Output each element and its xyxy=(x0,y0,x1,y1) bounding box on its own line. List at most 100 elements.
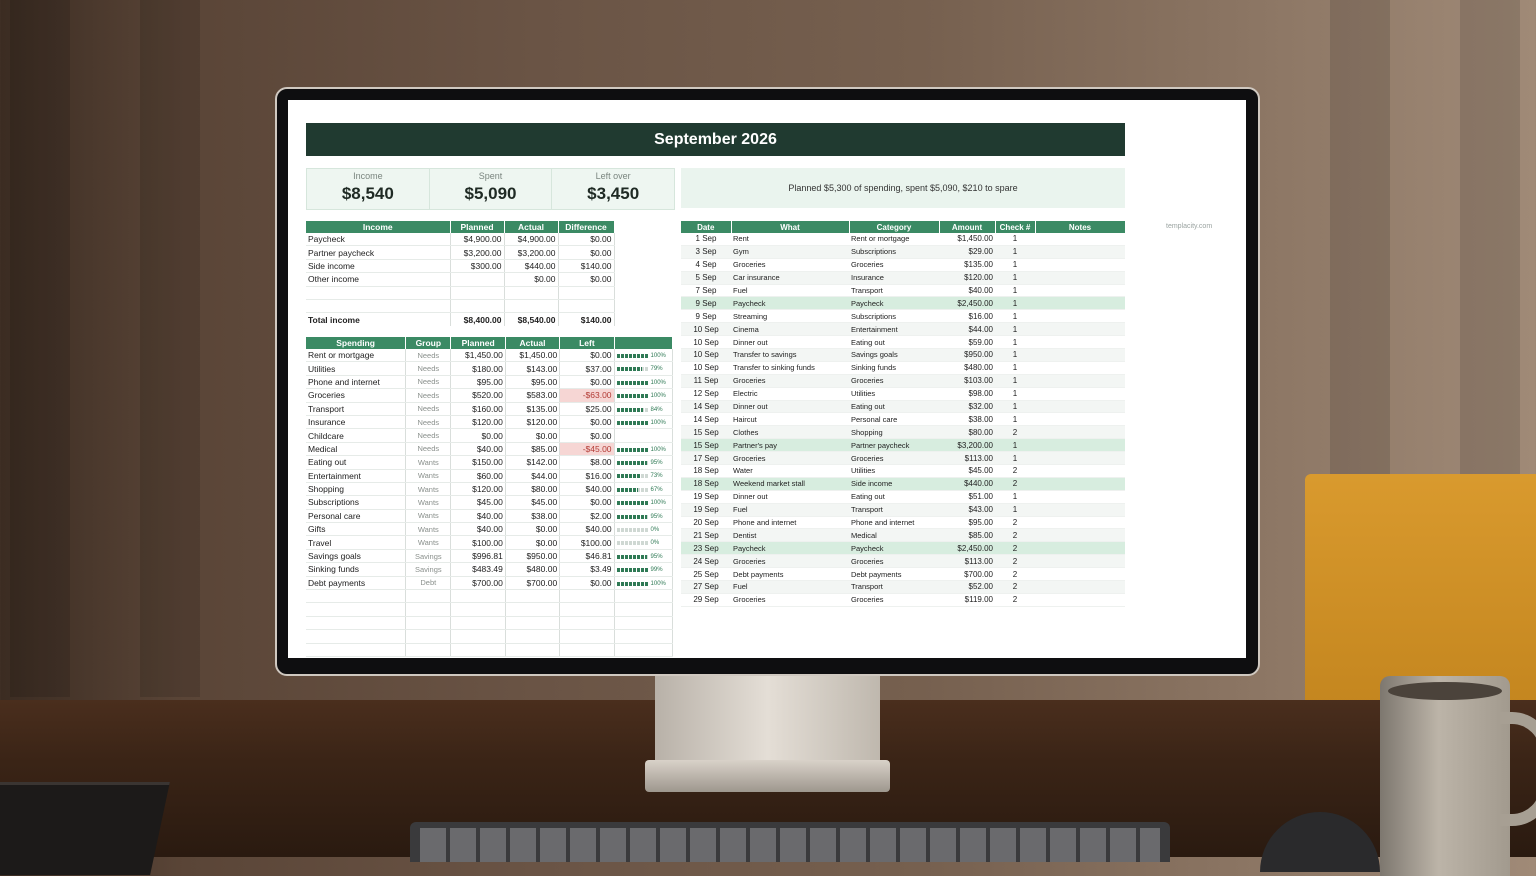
tx-date-cell[interactable]: 25 Sep xyxy=(681,567,731,582)
tx-notes-cell[interactable] xyxy=(1035,335,1125,350)
income-planned-cell[interactable] xyxy=(450,299,505,314)
tx-date-cell[interactable]: 17 Sep xyxy=(681,451,731,466)
spending-group-cell[interactable]: Wants xyxy=(405,495,452,510)
tx-date-cell[interactable]: 4 Sep xyxy=(681,258,731,272)
tx-check-cell[interactable]: 1 xyxy=(995,503,1035,517)
spending-planned-cell[interactable]: $95.00 xyxy=(450,375,506,390)
tx-amount-cell[interactable]: $103.00 xyxy=(939,374,995,388)
tx-category-cell[interactable]: Rent or mortgage xyxy=(849,233,939,246)
tx-notes-cell[interactable] xyxy=(1035,567,1125,582)
tx-what-cell[interactable]: Dinner out xyxy=(731,335,849,350)
spending-group-cell[interactable]: Wants xyxy=(405,509,452,524)
income-total-label[interactable]: Total income xyxy=(306,312,451,326)
tx-date-cell[interactable]: 24 Sep xyxy=(681,554,731,569)
tx-amount-cell[interactable]: $2,450.00 xyxy=(939,541,995,556)
spending-actual-cell[interactable]: $85.00 xyxy=(505,442,561,457)
tx-date-cell[interactable]: 23 Sep xyxy=(681,541,731,556)
income-planned-cell[interactable]: $300.00 xyxy=(450,259,505,274)
tx-what-cell[interactable]: Weekend market stall xyxy=(731,477,849,491)
tx-what-cell[interactable]: Dinner out xyxy=(731,490,849,504)
tx-notes-cell[interactable] xyxy=(1035,541,1125,556)
empty-cell[interactable] xyxy=(450,616,506,631)
spending-actual-cell[interactable]: $480.00 xyxy=(505,562,561,577)
tx-date-cell[interactable]: 14 Sep xyxy=(681,412,731,427)
spending-group-cell[interactable]: Wants xyxy=(405,469,452,483)
col-progress[interactable] xyxy=(614,337,674,349)
col-spending[interactable]: Spending xyxy=(306,337,407,349)
tx-what-cell[interactable]: Debt payments xyxy=(731,567,849,582)
tx-notes-cell[interactable] xyxy=(1035,309,1125,324)
empty-cell[interactable] xyxy=(614,589,674,604)
col-category[interactable]: Category xyxy=(849,221,940,233)
spending-group-cell[interactable]: Savings xyxy=(405,549,452,564)
tx-notes-cell[interactable] xyxy=(1035,477,1125,491)
tx-category-cell[interactable]: Groceries xyxy=(849,258,939,272)
tx-amount-cell[interactable]: $32.00 xyxy=(939,400,995,414)
tx-category-cell[interactable]: Eating out xyxy=(849,335,939,350)
tx-amount-cell[interactable]: $29.00 xyxy=(939,245,995,259)
tx-what-cell[interactable]: Groceries xyxy=(731,258,849,272)
spending-left-cell[interactable]: $37.00 xyxy=(559,361,615,376)
spending-actual-cell[interactable]: $80.00 xyxy=(505,482,561,497)
tx-amount-cell[interactable]: $45.00 xyxy=(939,464,995,478)
tx-notes-cell[interactable] xyxy=(1035,528,1125,543)
tx-what-cell[interactable]: Paycheck xyxy=(731,296,849,311)
tx-amount-cell[interactable]: $40.00 xyxy=(939,284,995,298)
spending-actual-cell[interactable]: $0.00 xyxy=(505,522,561,537)
tx-amount-cell[interactable]: $113.00 xyxy=(939,554,995,569)
tx-category-cell[interactable]: Subscriptions xyxy=(849,309,939,324)
tx-amount-cell[interactable]: $120.00 xyxy=(939,271,995,285)
empty-cell[interactable] xyxy=(614,616,674,631)
tx-category-cell[interactable]: Groceries xyxy=(849,374,939,388)
tx-what-cell[interactable]: Haircut xyxy=(731,412,849,427)
empty-cell[interactable] xyxy=(559,616,615,631)
tx-category-cell[interactable]: Eating out xyxy=(849,490,939,504)
spending-group-cell[interactable]: Needs xyxy=(405,402,452,416)
income-difference-cell[interactable] xyxy=(558,286,615,300)
tx-date-cell[interactable]: 7 Sep xyxy=(681,284,731,298)
tx-notes-cell[interactable] xyxy=(1035,361,1125,375)
tx-amount-cell[interactable]: $59.00 xyxy=(939,335,995,350)
income-actual-cell[interactable] xyxy=(504,286,559,300)
tx-what-cell[interactable]: Paycheck xyxy=(731,541,849,556)
tx-category-cell[interactable]: Paycheck xyxy=(849,296,939,311)
spending-left-cell[interactable]: $0.00 xyxy=(559,349,615,363)
tx-notes-cell[interactable] xyxy=(1035,516,1125,530)
tx-check-cell[interactable]: 1 xyxy=(995,412,1035,427)
spending-planned-cell[interactable]: $40.00 xyxy=(450,442,506,457)
tx-date-cell[interactable]: 20 Sep xyxy=(681,516,731,530)
spending-group-cell[interactable]: Needs xyxy=(405,361,452,376)
tx-amount-cell[interactable]: $480.00 xyxy=(939,361,995,375)
empty-cell[interactable] xyxy=(614,629,674,644)
tx-what-cell[interactable]: Groceries xyxy=(731,374,849,388)
col-amount[interactable]: Amount xyxy=(939,221,996,233)
tx-category-cell[interactable]: Phone and internet xyxy=(849,516,939,530)
income-planned-cell[interactable]: $4,900.00 xyxy=(450,233,505,247)
spending-name-cell[interactable]: Personal care xyxy=(306,509,407,524)
spending-planned-cell[interactable]: $40.00 xyxy=(450,509,506,524)
tx-what-cell[interactable]: Clothes xyxy=(731,425,849,440)
tx-date-cell[interactable]: 9 Sep xyxy=(681,296,731,311)
tx-notes-cell[interactable] xyxy=(1035,490,1125,504)
tx-what-cell[interactable]: Groceries xyxy=(731,593,849,607)
spending-group-cell[interactable]: Needs xyxy=(405,415,452,430)
income-difference-cell[interactable] xyxy=(558,299,615,314)
empty-cell[interactable] xyxy=(450,602,506,617)
tx-amount-cell[interactable]: $1,450.00 xyxy=(939,233,995,246)
col-planned[interactable]: Planned xyxy=(450,337,506,349)
tx-notes-cell[interactable] xyxy=(1035,296,1125,311)
tx-date-cell[interactable]: 1 Sep xyxy=(681,233,731,246)
tx-category-cell[interactable]: Eating out xyxy=(849,400,939,414)
tx-check-cell[interactable]: 1 xyxy=(995,284,1035,298)
tx-date-cell[interactable]: 10 Sep xyxy=(681,335,731,350)
tx-date-cell[interactable]: 15 Sep xyxy=(681,438,731,453)
empty-cell[interactable] xyxy=(614,643,674,657)
spending-group-cell[interactable]: Needs xyxy=(405,375,452,390)
spending-planned-cell[interactable]: $1,450.00 xyxy=(450,349,506,363)
tx-check-cell[interactable]: 2 xyxy=(995,541,1035,556)
tx-check-cell[interactable]: 1 xyxy=(995,374,1035,388)
empty-cell[interactable] xyxy=(405,629,452,644)
spending-group-cell[interactable]: Needs xyxy=(405,442,452,457)
tx-what-cell[interactable]: Fuel xyxy=(731,284,849,298)
tx-amount-cell[interactable]: $2,450.00 xyxy=(939,296,995,311)
